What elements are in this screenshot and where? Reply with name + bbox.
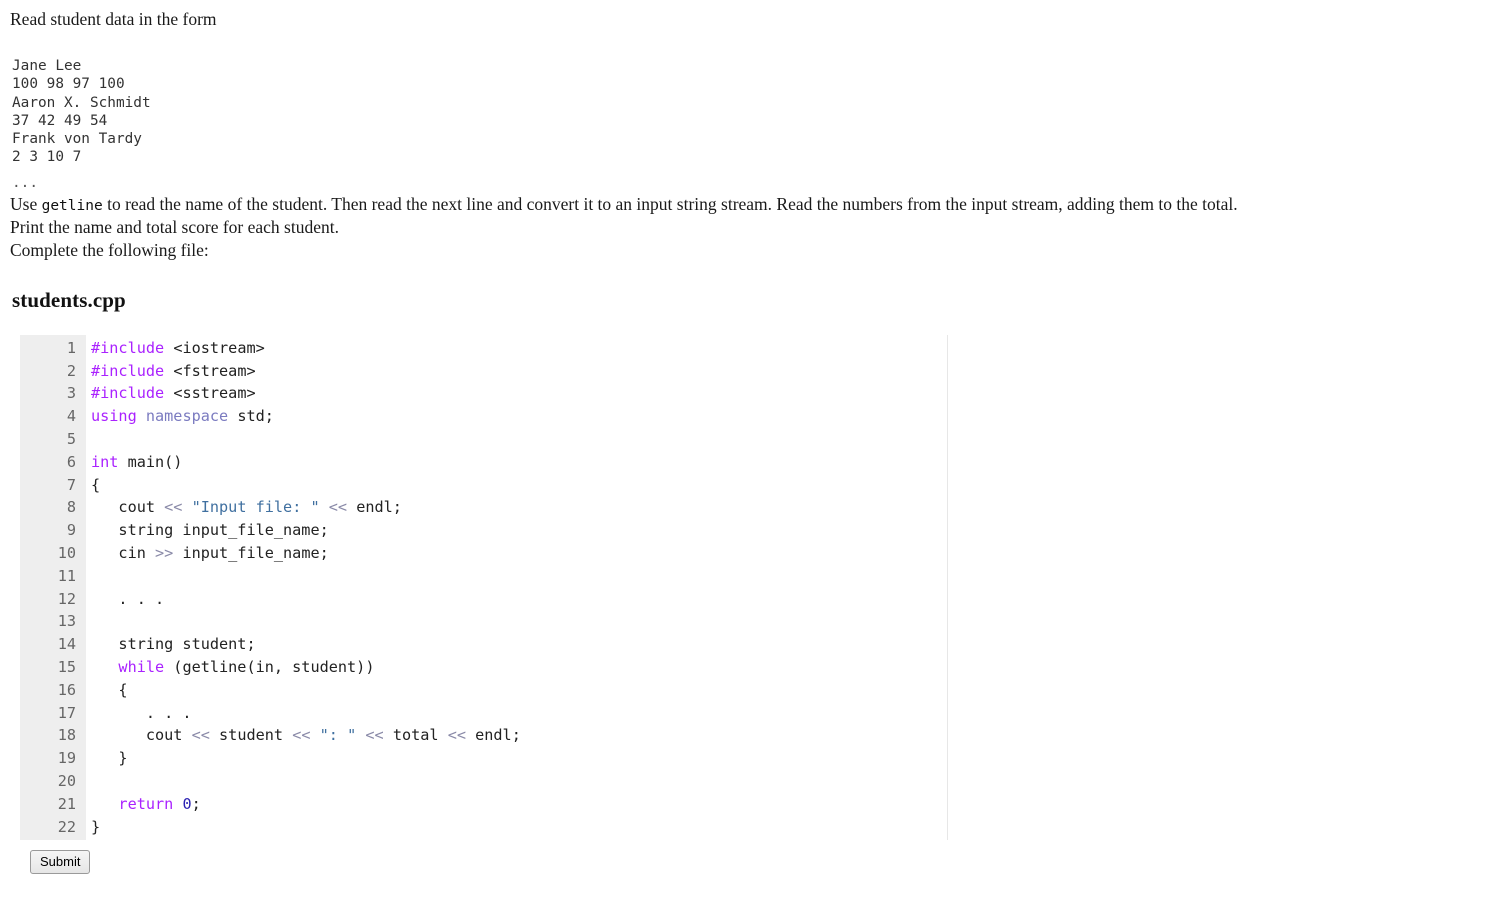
line-number: 18 <box>57 726 76 745</box>
exercise-page: Read student data in the form Jane Lee 1… <box>0 0 1500 875</box>
code-editor[interactable]: 1 2 3 4 5 6 7 8 9 10 11 12 13 14 15 16 1… <box>20 334 948 841</box>
line-number: 4 <box>66 407 76 426</box>
line-number: 15 <box>57 657 76 676</box>
code-line: #include <sstream> <box>91 384 256 403</box>
code-line: string student; <box>91 635 256 654</box>
code-line: cout << "Input file: " << endl; <box>91 498 402 517</box>
getline-instruction-prefix: Use <box>10 193 42 214</box>
code-line: { <box>91 475 101 494</box>
line-number: 16 <box>57 680 76 699</box>
line-number: 11 <box>57 566 76 585</box>
line-number: 7 <box>66 475 76 494</box>
line-number: 20 <box>57 771 76 790</box>
sample-line: Aaron X. Schmidt <box>12 94 151 111</box>
sample-line: Frank von Tardy <box>12 130 142 147</box>
code-line: #include <fstream> <box>91 361 256 380</box>
complete-file-paragraph: Complete the following file: <box>10 239 209 260</box>
code-line: } <box>91 749 128 768</box>
line-number: 5 <box>66 430 76 449</box>
line-number: 6 <box>66 452 76 471</box>
code-text-area[interactable]: #include <iostream> #include <fstream> #… <box>86 335 947 841</box>
code-line: . . . <box>91 703 192 722</box>
getline-instruction-paragraph: Use getline to read the name of the stud… <box>10 193 1490 216</box>
code-line: #include <iostream> <box>91 338 265 357</box>
code-line: using namespace std; <box>91 407 274 426</box>
line-number: 2 <box>66 361 76 380</box>
code-line: return 0; <box>91 794 201 813</box>
line-number: 9 <box>66 521 76 540</box>
getline-inline-code: getline <box>41 197 103 214</box>
line-number: 1 <box>66 338 76 357</box>
sample-ellipsis: ... <box>12 175 38 192</box>
line-number: 17 <box>57 703 76 722</box>
code-line: { <box>91 680 128 699</box>
line-number: 22 <box>57 817 76 836</box>
sample-line: Jane Lee <box>12 58 82 75</box>
line-number: 13 <box>57 612 76 631</box>
code-line: string input_file_name; <box>91 521 329 540</box>
code-line: . . . <box>91 589 165 608</box>
code-line: while (getline(in, student)) <box>91 657 375 676</box>
line-number: 10 <box>57 544 76 562</box>
file-name-heading: students.cpp <box>12 287 126 312</box>
getline-instruction-suffix: to read the name of the student. Then re… <box>102 193 1238 214</box>
line-number-gutter: 1 2 3 4 5 6 7 8 9 10 11 12 13 14 15 16 1… <box>20 334 86 841</box>
line-number: 21 <box>57 794 76 813</box>
code-line: cin >> input_file_name; <box>91 544 329 562</box>
code-line: } <box>91 817 101 836</box>
sample-line: 37 42 49 54 <box>12 112 108 129</box>
line-number: 12 <box>57 589 76 608</box>
code-line: int main() <box>91 452 183 471</box>
submit-button[interactable]: Submit <box>30 850 91 875</box>
intro-paragraph: Read student data in the form <box>10 9 217 29</box>
code-line: cout << student << ": " << total << endl… <box>91 726 521 745</box>
line-number: 3 <box>66 384 76 403</box>
submit-row: Submit <box>30 850 1490 875</box>
sample-line: 2 3 10 7 <box>12 149 82 166</box>
line-number: 8 <box>66 498 76 517</box>
line-number: 14 <box>57 635 76 654</box>
print-instruction-paragraph: Print the name and total score for each … <box>10 216 339 237</box>
sample-line: 100 98 97 100 <box>12 76 125 93</box>
sample-data-block: Jane Lee 100 98 97 100 Aaron X. Schmidt … <box>12 57 1490 192</box>
line-number: 19 <box>57 749 76 768</box>
